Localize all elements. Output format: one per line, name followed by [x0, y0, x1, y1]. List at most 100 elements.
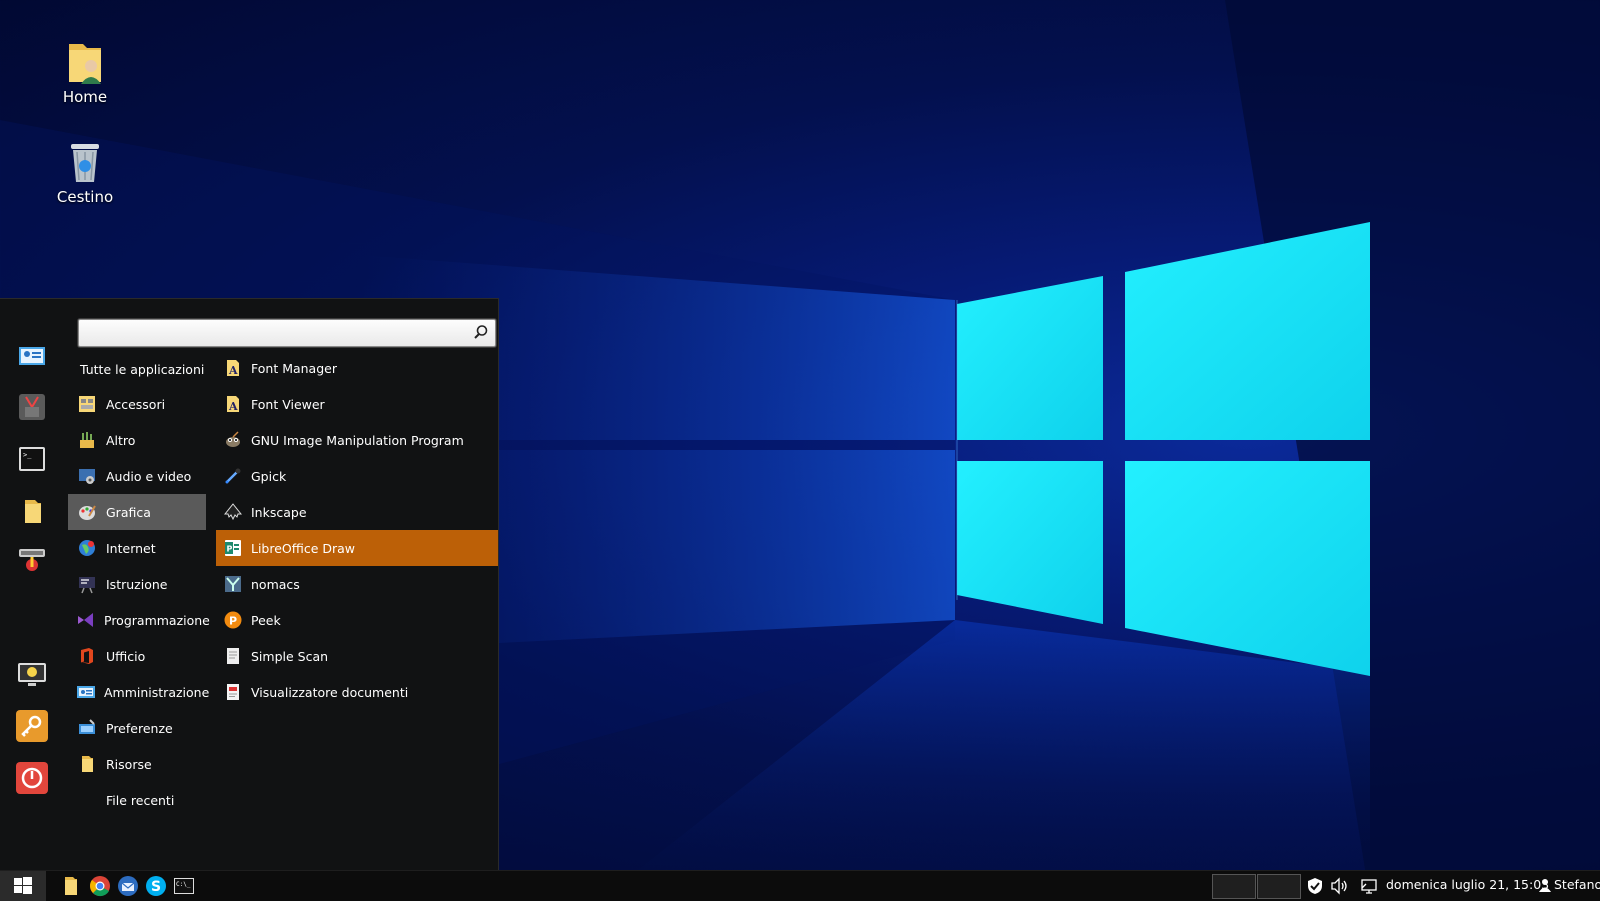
app-gpick[interactable]: Gpick: [216, 458, 498, 494]
category-istruzione[interactable]: Istruzione: [68, 566, 206, 602]
app-simple-scan[interactable]: Simple Scan: [216, 638, 498, 674]
category-accessori[interactable]: Accessori: [68, 386, 206, 422]
font-viewer-icon: A: [223, 394, 243, 414]
app-label: Simple Scan: [251, 648, 329, 664]
svg-text:>_: >_: [23, 451, 32, 459]
menu-favorites-strip: >_: [0, 299, 64, 870]
app-inkscape[interactable]: Inkscape: [216, 494, 498, 530]
category-risorse[interactable]: Risorse: [68, 746, 206, 782]
svg-text:P: P: [229, 615, 237, 628]
app-label: Font Manager: [251, 360, 337, 376]
user-name: Stefano: [1554, 877, 1600, 892]
category-label: File recenti: [106, 792, 175, 808]
category-label: Programmazione: [104, 612, 210, 628]
app-label: GNU Image Manipulation Program: [251, 432, 464, 448]
category-label: Preferenze: [106, 720, 173, 736]
desktop-icon-trash[interactable]: Cestino: [40, 140, 130, 206]
lock-icon[interactable]: [16, 710, 48, 742]
category-label: Risorse: [106, 756, 152, 772]
workspace-1[interactable]: [1212, 874, 1256, 899]
nomacs-icon: [223, 574, 243, 594]
volume-icon[interactable]: [1330, 877, 1348, 895]
category-ufficio[interactable]: Ufficio: [68, 638, 206, 674]
skype-icon[interactable]: S: [145, 875, 167, 897]
chrome-icon[interactable]: [89, 875, 111, 897]
screensaver-icon[interactable]: [16, 658, 48, 690]
app-gimp[interactable]: GNU Image Manipulation Program: [216, 422, 498, 458]
category-label: Amministrazione: [104, 684, 210, 700]
libreoffice-draw-icon: P: [223, 538, 243, 558]
app-peek[interactable]: P Peek: [216, 602, 498, 638]
app-visualizzatore-documenti[interactable]: Visualizzatore documenti: [216, 674, 498, 710]
power-icon[interactable]: [16, 762, 48, 794]
search-icon[interactable]: [473, 324, 489, 344]
user-menu[interactable]: Stefano: [1538, 877, 1600, 892]
app-label: Gpick: [251, 468, 287, 484]
workspace-2[interactable]: [1257, 874, 1301, 899]
svg-text:A: A: [228, 364, 238, 377]
internet-icon: [76, 537, 98, 559]
settings-manager-icon[interactable]: [16, 391, 48, 423]
inkscape-icon: [223, 502, 243, 522]
app-font-viewer[interactable]: A Font Viewer: [216, 386, 498, 422]
control-center-icon[interactable]: [16, 339, 48, 371]
user-icon: [1539, 878, 1551, 892]
menu-search-box[interactable]: [78, 319, 496, 347]
file-manager-icon[interactable]: [60, 875, 82, 897]
places-icon: [76, 753, 98, 775]
category-audio-e-video[interactable]: Audio e video: [68, 458, 206, 494]
gpick-icon: [223, 466, 243, 486]
svg-text:C:\_: C:\_: [176, 881, 191, 888]
category-internet[interactable]: Internet: [68, 530, 206, 566]
app-label: LibreOffice Draw: [251, 540, 356, 556]
shield-icon[interactable]: [1306, 877, 1324, 895]
graphics-icon: [76, 501, 98, 523]
terminal-icon[interactable]: >_: [16, 443, 48, 475]
category-label: Ufficio: [106, 648, 146, 664]
category-label: Istruzione: [106, 576, 168, 592]
all-applications-link[interactable]: Tutte le applicazioni: [80, 362, 204, 377]
app-nomacs[interactable]: nomacs: [216, 566, 498, 602]
category-preferenze[interactable]: Preferenze: [68, 710, 206, 746]
svg-text:P: P: [227, 545, 233, 554]
desktop-icon-label: Home: [62, 88, 108, 106]
category-label: Audio e video: [106, 468, 192, 484]
category-grafica[interactable]: Grafica: [68, 494, 206, 530]
search-input[interactable]: [83, 322, 467, 344]
app-label: nomacs: [251, 576, 300, 592]
thunderbird-icon[interactable]: [117, 875, 139, 897]
app-label: Inkscape: [251, 504, 307, 520]
category-altro[interactable]: Altro: [68, 422, 206, 458]
simple-scan-icon: [223, 646, 243, 666]
desktop-icon-home[interactable]: Home: [40, 40, 130, 106]
network-icon[interactable]: [1360, 877, 1378, 895]
app-label: Visualizzatore documenti: [251, 684, 409, 700]
preferences-icon: [76, 717, 98, 739]
terminal-icon[interactable]: C:\_: [173, 875, 195, 897]
file-manager-icon[interactable]: [16, 495, 48, 527]
category-programmazione[interactable]: Programmazione: [68, 602, 210, 638]
windows-logo-icon: [14, 877, 32, 894]
app-label: Peek: [251, 612, 281, 628]
font-manager-icon: A: [223, 358, 243, 378]
programming-icon: [76, 609, 96, 631]
category-label: Internet: [106, 540, 156, 556]
svg-text:S: S: [151, 879, 161, 895]
category-amministrazione[interactable]: Amministrazione: [68, 674, 210, 710]
category-label: Altro: [106, 432, 136, 448]
clock[interactable]: domenica luglio 21, 15:03: [1386, 877, 1549, 892]
app-libreoffice-draw[interactable]: P LibreOffice Draw: [216, 530, 498, 566]
home-folder-icon: [69, 44, 101, 84]
peek-icon: P: [223, 610, 243, 630]
start-button[interactable]: [0, 871, 46, 901]
other-icon: [76, 429, 98, 451]
software-icon[interactable]: [16, 543, 48, 575]
category-file-recenti[interactable]: File recenti: [68, 782, 206, 818]
category-label: Grafica: [106, 504, 151, 520]
multimedia-icon: [76, 465, 98, 487]
document-viewer-icon: [223, 682, 243, 702]
category-label: Accessori: [106, 396, 166, 412]
app-font-manager[interactable]: A Font Manager: [216, 350, 498, 386]
app-label: Font Viewer: [251, 396, 325, 412]
office-icon: [76, 645, 98, 667]
